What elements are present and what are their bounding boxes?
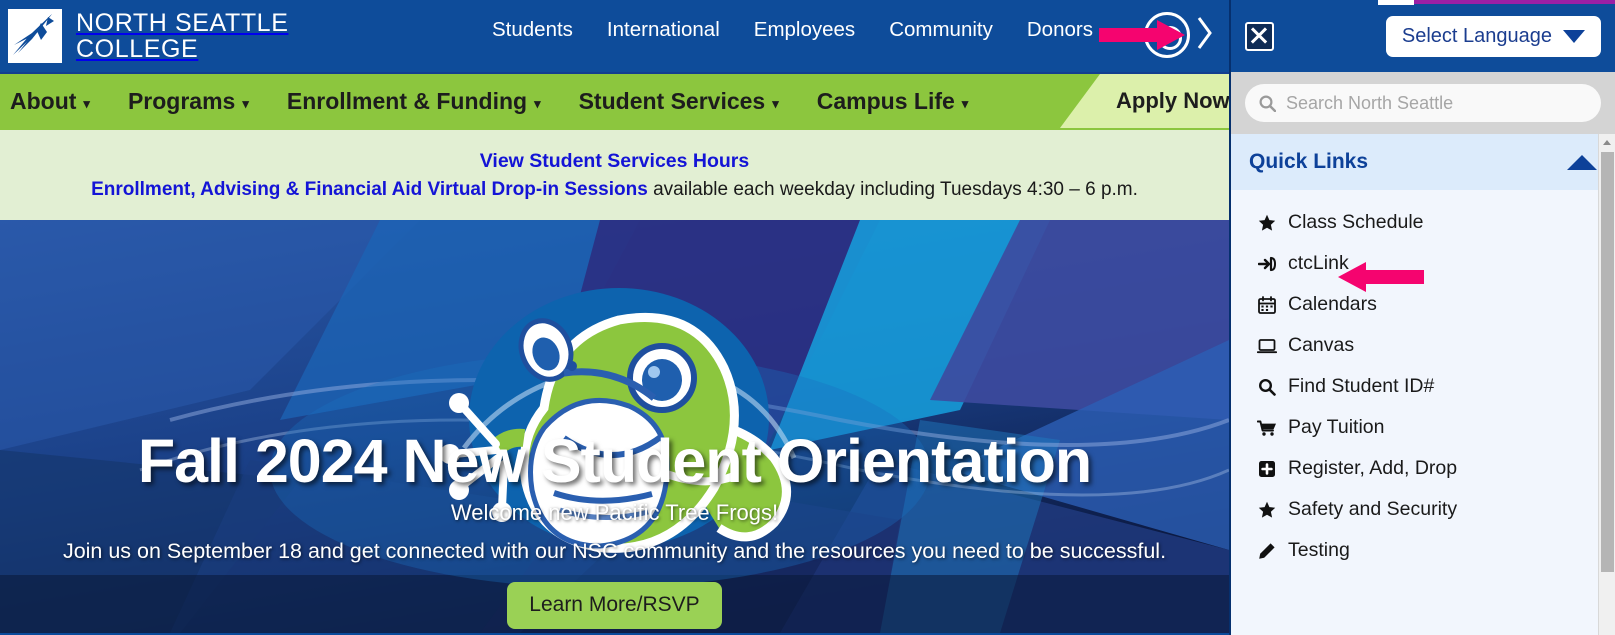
site-logo[interactable]: NORTH SEATTLE COLLEGE	[0, 9, 288, 63]
panel-search-box[interactable]	[1245, 84, 1601, 122]
select-language-label: Select Language	[1401, 24, 1552, 47]
main-nav-item-about[interactable]: About ▾	[10, 88, 90, 115]
triangle-up-icon[interactable]	[1567, 154, 1597, 170]
student-services-hours-link[interactable]: View Student Services Hours	[480, 150, 750, 172]
quick-links-slideout-panel: Select Language Quick Links	[1229, 0, 1615, 635]
search-icon	[1257, 378, 1277, 396]
hero-content: Fall 2024 New Student Orientation Welcom…	[0, 220, 1229, 633]
quick-link-label: Register, Add, Drop	[1288, 457, 1458, 479]
quick-link-label: ctcLink	[1288, 252, 1349, 274]
calendar-icon	[1257, 295, 1277, 314]
select-language-button[interactable]: Select Language	[1385, 15, 1601, 57]
hero-description: Join us on September 18 and get connecte…	[62, 539, 1167, 563]
announcement-line-2: Enrollment, Advising & Financial Aid Vir…	[91, 179, 1138, 201]
quick-links-section-header[interactable]: Quick Links	[1231, 134, 1615, 190]
chevron-down-icon	[1563, 29, 1585, 43]
panel-search-container	[1231, 72, 1615, 134]
chevron-down-icon: ▾	[961, 96, 969, 111]
chevron-down-icon: ▾	[83, 96, 90, 111]
main-nav-bar: About ▾ Programs ▾ Enrollment & Funding …	[0, 72, 1229, 128]
quick-links-title: Quick Links	[1249, 150, 1369, 173]
quick-link-pay-tuition[interactable]: Pay Tuition	[1231, 407, 1615, 448]
quick-link-label: Safety and Security	[1288, 498, 1458, 520]
quick-link-label: Find Student ID#	[1288, 375, 1435, 397]
chevron-down-icon: ▾	[242, 96, 249, 111]
quick-link-label: Testing	[1288, 539, 1350, 561]
virtual-dropin-sessions-link[interactable]: Enrollment, Advising & Financial Aid Vir…	[91, 179, 648, 200]
purple-accent-bar	[1414, 0, 1615, 4]
page-root: NORTH SEATTLE COLLEGE Students Internati…	[0, 0, 1615, 635]
main-nav-label-enrollment-funding: Enrollment & Funding	[286, 87, 528, 114]
top-nav-item-community[interactable]: Community	[889, 18, 993, 42]
star-icon	[1257, 501, 1277, 519]
desktop-icon	[1257, 337, 1277, 355]
quick-link-register-add-drop[interactable]: Register, Add, Drop	[1231, 448, 1615, 489]
top-accent-sliver	[1378, 0, 1615, 5]
main-nav-label-about: About	[10, 87, 77, 114]
quick-link-canvas[interactable]: Canvas	[1231, 325, 1615, 366]
wedge-shadow	[1060, 74, 1100, 128]
quick-link-label: Calendars	[1288, 293, 1377, 315]
shopping-cart-icon	[1257, 419, 1277, 437]
quick-link-testing[interactable]: Testing	[1231, 530, 1615, 571]
close-icon[interactable]	[1245, 21, 1274, 51]
quick-link-label: Canvas	[1288, 334, 1355, 356]
plus-square-icon	[1257, 460, 1277, 478]
chevron-down-icon: ▾	[534, 96, 541, 111]
main-nav-items: About ▾ Programs ▾ Enrollment & Funding …	[0, 88, 968, 115]
search-circle-icon[interactable]	[1144, 12, 1190, 58]
panel-scrollbar[interactable]	[1598, 134, 1615, 635]
top-nav-item-students[interactable]: Students	[492, 18, 573, 42]
top-nav-item-employees[interactable]: Employees	[754, 18, 855, 42]
announcement-line-1: View Student Services Hours	[480, 150, 750, 173]
star-icon	[1257, 214, 1277, 232]
chevron-down-icon: ▾	[772, 96, 779, 111]
quick-link-label: Class Schedule	[1288, 211, 1424, 233]
scrollbar-up-arrow[interactable]	[1599, 134, 1615, 150]
hero-title: Fall 2024 New Student Orientation	[137, 426, 1092, 495]
apply-now-button[interactable]: Apply Now!	[1116, 88, 1229, 114]
chevron-right-icon[interactable]	[1196, 14, 1214, 52]
logo-line-2: COLLEGE	[76, 35, 199, 63]
hero-subtitle: Welcome new Pacific Tree Frogs!	[450, 500, 779, 525]
main-nav-label-student-services: Student Services	[578, 87, 766, 114]
main-nav-item-student-services[interactable]: Student Services ▾	[579, 88, 779, 115]
main-nav-item-campus-life[interactable]: Campus Life ▾	[817, 88, 969, 115]
apply-now-wedge: Apply Now!	[1060, 74, 1229, 128]
top-utility-bar: NORTH SEATTLE COLLEGE Students Internati…	[0, 0, 1229, 72]
hero-banner: Fall 2024 New Student Orientation Welcom…	[0, 220, 1229, 633]
quick-link-ctclink[interactable]: ctcLink	[1231, 243, 1615, 284]
search-icon	[1259, 94, 1277, 112]
main-nav-item-enrollment-funding[interactable]: Enrollment & Funding ▾	[287, 88, 541, 115]
search-input[interactable]	[1286, 92, 1587, 114]
star-burst-logo-icon	[8, 9, 62, 63]
scrollbar-thumb[interactable]	[1601, 152, 1614, 572]
top-nav-item-international[interactable]: International	[607, 18, 720, 42]
sign-in-icon	[1257, 255, 1277, 273]
logo-line-1: NORTH SEATTLE	[76, 9, 289, 37]
main-nav-label-programs: Programs	[127, 87, 236, 114]
panel-header: Select Language	[1231, 0, 1615, 72]
logo-wordmark: NORTH SEATTLE COLLEGE	[76, 10, 288, 62]
learn-more-rsvp-button[interactable]: Learn More/RSVP	[507, 582, 722, 629]
announcement-line-2-rest: available each weekday including Tuesday…	[647, 178, 1138, 200]
announcement-banner: View Student Services Hours Enrollment, …	[0, 128, 1229, 220]
main-nav-item-programs[interactable]: Programs ▾	[128, 88, 249, 115]
quick-link-calendars[interactable]: Calendars	[1231, 284, 1615, 325]
pencil-icon	[1257, 542, 1277, 560]
quick-link-class-schedule[interactable]: Class Schedule	[1231, 202, 1615, 243]
quick-link-find-student-id[interactable]: Find Student ID#	[1231, 366, 1615, 407]
quick-link-safety-and-security[interactable]: Safety and Security	[1231, 489, 1615, 530]
top-nav-item-donors[interactable]: Donors	[1027, 18, 1093, 42]
quick-link-label: Pay Tuition	[1288, 416, 1385, 438]
quick-links-list: Class Schedule ctcLink Calendars Canvas …	[1231, 190, 1615, 571]
website-main-column: NORTH SEATTLE COLLEGE Students Internati…	[0, 0, 1229, 635]
white-sliver	[1378, 0, 1414, 5]
top-nav: Students International Employees Communi…	[492, 18, 1093, 42]
triangle-up-icon	[1603, 139, 1611, 145]
main-nav-label-campus-life: Campus Life	[816, 87, 955, 114]
